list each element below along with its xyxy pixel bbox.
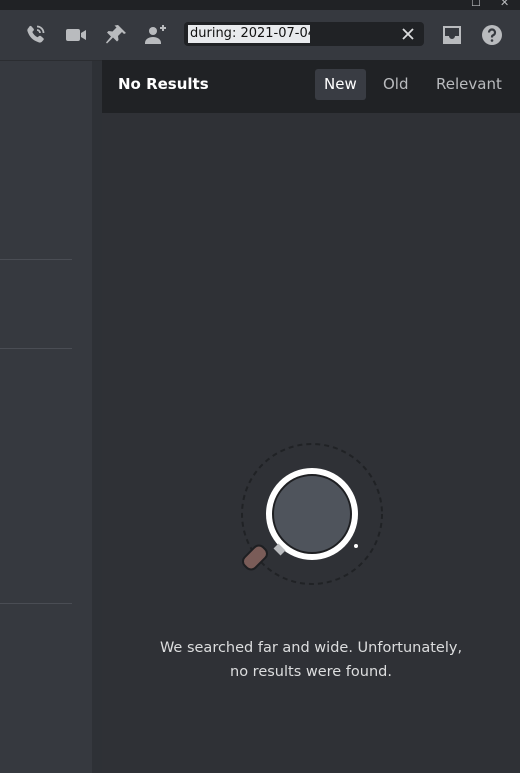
search-field[interactable]: during: 2021-07-04 bbox=[184, 22, 424, 46]
empty-state-message: We searched far and wide. Unfortunately,… bbox=[102, 636, 520, 684]
pinned-messages-icon[interactable] bbox=[104, 23, 128, 47]
empty-state-line-2: no results were found. bbox=[230, 664, 392, 680]
inbox-icon[interactable] bbox=[440, 23, 464, 47]
chat-area bbox=[0, 61, 92, 773]
tab-relevant[interactable]: Relevant bbox=[427, 69, 511, 100]
start-call-icon[interactable] bbox=[23, 23, 47, 47]
empty-state-line-1: We searched far and wide. Unfortunately, bbox=[159, 640, 463, 656]
message-divider bbox=[0, 259, 72, 260]
message-divider bbox=[0, 603, 72, 604]
start-video-icon[interactable] bbox=[64, 23, 88, 47]
close-icon[interactable] bbox=[398, 24, 418, 44]
magnifying-glass-icon bbox=[232, 440, 392, 600]
channel-toolbar: during: 2021-07-04 bbox=[0, 10, 520, 61]
close-window-button[interactable]: ✕ bbox=[500, 0, 509, 9]
message-divider bbox=[0, 348, 72, 349]
results-title: No Results bbox=[118, 75, 209, 93]
results-header: No Results New Old Relevant bbox=[102, 60, 520, 113]
chat-scrollbar[interactable] bbox=[92, 61, 102, 773]
window-titlebar: ☐ ✕ bbox=[0, 0, 520, 10]
help-icon[interactable] bbox=[480, 23, 504, 47]
add-friend-icon[interactable] bbox=[144, 23, 168, 47]
search-input[interactable]: during: 2021-07-04 bbox=[188, 25, 310, 43]
maximize-button[interactable]: ☐ bbox=[471, 0, 481, 9]
search-results-panel: No Results New Old Relevant We searched … bbox=[102, 60, 520, 773]
tab-old[interactable]: Old bbox=[374, 69, 418, 100]
tab-new[interactable]: New bbox=[315, 69, 366, 100]
